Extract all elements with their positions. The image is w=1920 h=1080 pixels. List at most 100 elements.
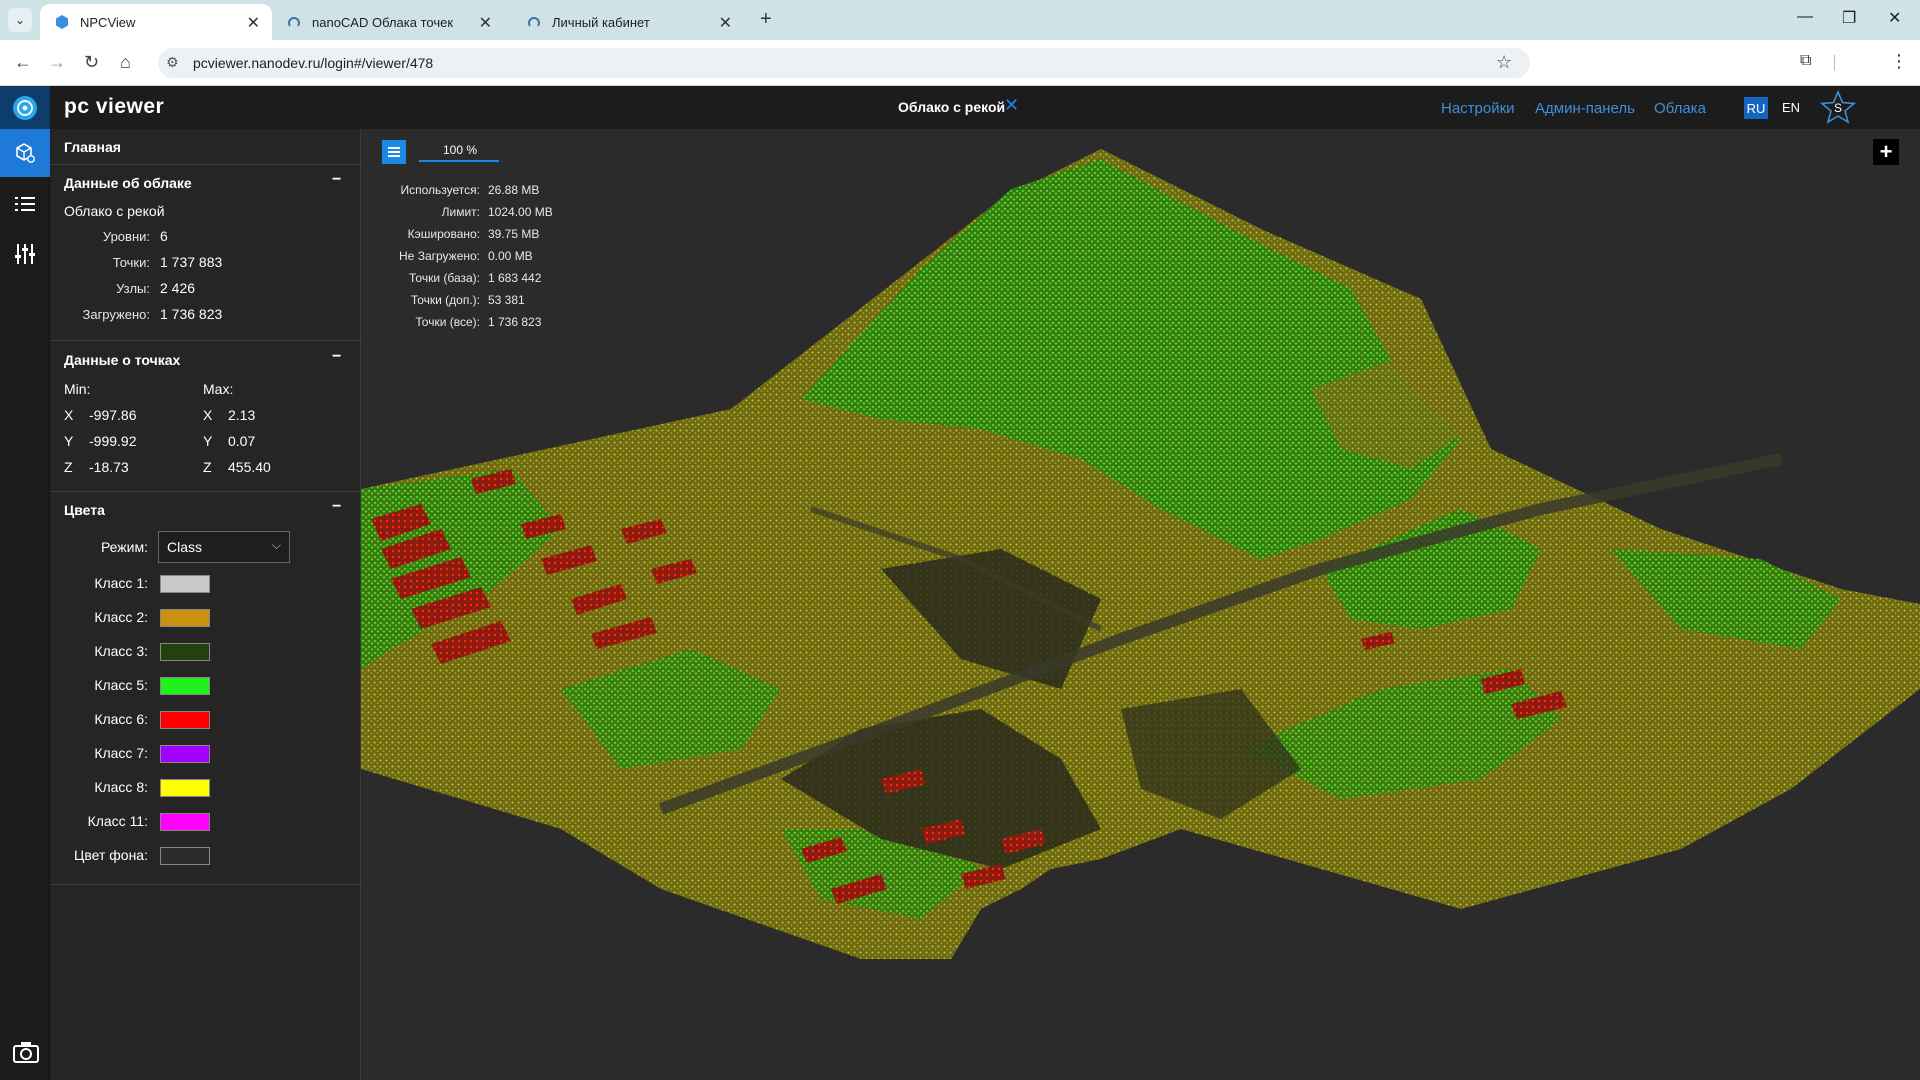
stat-not-loaded-value: 0.00 MB [488,249,533,263]
class-5-label: Класс 5: [94,677,148,693]
background-color-label: Цвет фона: [74,847,148,863]
browser-menu-icon[interactable]: ⋮ [1890,51,1908,72]
background-color-swatch[interactable] [160,847,210,865]
color-mode-select[interactable]: Class ⌵ [158,531,290,563]
toggle-sidebar-button[interactable] [382,140,406,164]
layers-rail-button[interactable] [0,180,50,228]
screenshot-camera-icon[interactable] [12,1040,40,1064]
nanocad-favicon-icon [286,14,302,30]
home-icon[interactable]: ⌂ [120,52,131,73]
class-2-swatch[interactable] [160,609,210,627]
mode-label: Режим: [100,539,148,555]
collapse-colors-button[interactable]: − [332,498,341,516]
nav-clouds-link[interactable]: Облака [1654,100,1706,117]
panel-main-title: Главная [64,139,121,155]
bookmark-star-icon[interactable]: ☆ [1496,52,1512,73]
class-3-label: Класс 3: [94,643,148,659]
nodes-label: Узлы: [116,281,150,296]
tab-close-icon[interactable]: ✕ [247,13,260,33]
cabinet-favicon-icon [526,14,542,30]
app-logo-text[interactable]: pc viewer [64,95,164,119]
divider [50,491,361,492]
class-7-swatch[interactable] [160,745,210,763]
tab-nanocad[interactable]: nanoCAD Облака точек ✕ [272,4,504,40]
collapse-points-info-button[interactable]: − [332,348,341,366]
min-y-axis: Y [64,433,74,449]
max-y-value: 0.07 [228,433,256,449]
list-icon [15,197,35,211]
user-initial: S [1834,101,1842,115]
max-label: Max: [203,381,234,397]
tab-close-icon[interactable]: ✕ [479,13,492,33]
max-y-axis: Y [203,433,213,449]
min-label: Min: [64,381,91,397]
cube-settings-icon [16,143,35,163]
stat-used-label: Используется: [400,183,481,197]
min-z-value: -18.73 [89,459,129,475]
class-1-label: Класс 1: [94,575,148,591]
restore-icon[interactable]: ❐ [1842,8,1856,28]
stat-used-value: 26.88 MB [488,183,540,197]
stat-not-loaded-label: Не Загружено: [399,249,480,263]
min-x-axis: X [64,407,74,423]
levels-label: Уровни: [102,229,150,244]
levels-value: 6 [160,228,168,244]
max-x-axis: X [203,407,213,423]
tab-npcview[interactable]: NPCView ✕ [40,4,272,40]
reload-icon[interactable]: ↻ [84,52,99,73]
class-8-swatch[interactable] [160,779,210,797]
stat-points-extra-value: 53 381 [488,293,525,307]
class-11-label: Класс 11: [87,813,148,829]
class-5-swatch[interactable] [160,677,210,695]
cloud-info-title: Данные об облаке [64,175,192,191]
loaded-value: 1 736 823 [160,306,223,322]
divider [50,164,361,165]
address-url[interactable]: pcviewer.nanodev.ru/login#/viewer/478 [193,55,433,71]
collapse-cloud-info-button[interactable]: − [332,171,341,189]
point-cloud-render[interactable] [361,129,1920,1080]
tab-label: NPCView [80,14,136,30]
tab-search-button[interactable]: ⌄ [8,8,32,32]
expand-plus-button[interactable]: + [1873,139,1899,165]
stat-points-extra-label: Точки (доп.): [410,293,480,307]
class-6-swatch[interactable] [160,711,210,729]
tab-cabinet[interactable]: Личный кабинет ✕ [512,4,744,40]
nav-admin-link[interactable]: Админ-панель [1535,100,1635,117]
max-z-value: 455.40 [228,459,271,475]
settings-rail-button[interactable] [0,230,50,278]
nav-settings-link[interactable]: Настройки [1441,100,1515,117]
class-8-label: Класс 8: [94,779,148,795]
lang-ru-button[interactable]: RU [1744,97,1768,119]
back-icon[interactable]: ← [14,52,32,73]
menu-icon [388,147,400,157]
cloud-info-rail-button[interactable] [0,129,50,177]
left-icon-rail [0,129,50,1080]
cloud-title: Облако с рекой [898,99,1006,115]
tab-close-icon[interactable]: ✕ [719,13,732,33]
window-close-icon[interactable]: ✕ [1888,8,1901,28]
user-avatar[interactable]: S [1819,89,1857,124]
extensions-icon[interactable]: ⧉ [1800,52,1811,70]
site-info-icon[interactable]: ⚙ [166,54,179,71]
class-11-swatch[interactable] [160,813,210,831]
class-2-label: Класс 2: [94,609,148,625]
divider [50,884,361,885]
min-y-value: -999.92 [89,433,137,449]
loaded-label: Загружено: [82,307,150,322]
class-1-swatch[interactable] [160,575,210,593]
point-cloud-viewport[interactable] [361,129,1920,1080]
stat-cached-value: 39.75 MB [488,227,540,241]
app-logo-icon[interactable] [0,86,50,129]
minimize-icon[interactable]: — [1797,8,1813,26]
points-label: Точки: [112,255,150,270]
chevron-down-icon: ⌵ [271,538,281,552]
tab-label: nanoCAD Облака точек [312,14,454,30]
stat-limit-value: 1024.00 MB [488,205,553,219]
class-3-swatch[interactable] [160,643,210,661]
sliders-icon [15,244,35,264]
stat-points-base-label: Точки (база): [409,271,480,285]
close-cloud-icon[interactable]: ✕ [1004,95,1019,116]
new-tab-icon[interactable]: + [760,8,772,31]
lang-en-button[interactable]: EN [1782,100,1800,115]
forward-icon[interactable]: → [48,52,66,73]
